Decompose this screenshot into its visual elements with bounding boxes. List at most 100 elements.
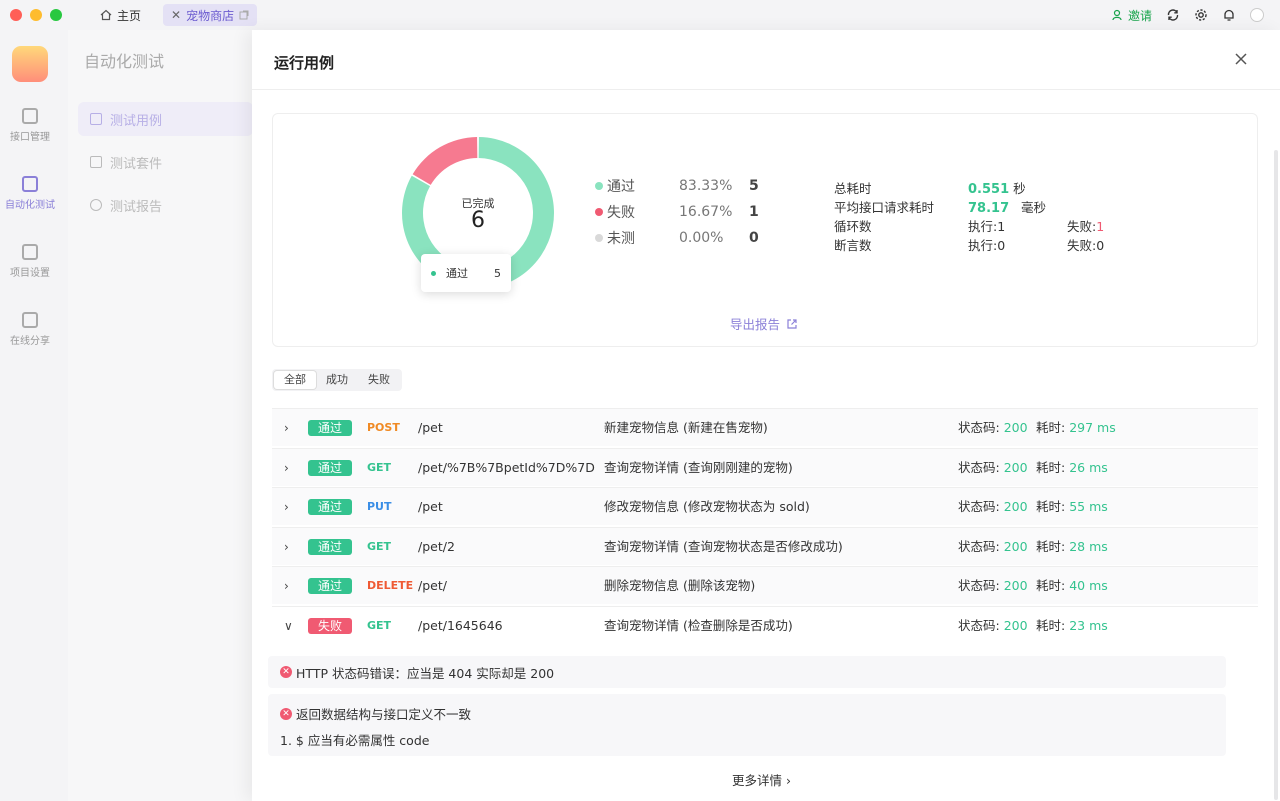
automation-icon <box>22 176 38 192</box>
time-cost: 耗时: 55 ms <box>1036 488 1108 526</box>
filter-fail[interactable]: 失败 <box>358 371 400 389</box>
filter-success[interactable]: 成功 <box>316 371 358 389</box>
avg-time-value: 78.17 <box>968 201 1010 216</box>
window-controls <box>10 9 62 21</box>
tab-home[interactable]: 主页 <box>92 4 149 26</box>
rail-item-label: 在线分享 <box>10 336 50 347</box>
case-row[interactable]: › 通过 GET/pet/%7B%7BpetId%7D%7D 查询宠物详情 (查询刚刚… <box>272 447 1258 487</box>
app-rail: 接口管理 自动化测试 项目设置 在线分享 <box>0 30 60 801</box>
case-description: 查询宠物详情 (检查删除是否成功) <box>604 617 793 633</box>
total-time-unit: 秒 <box>1013 181 1026 196</box>
case-row[interactable]: › 通过 DELETE/pet/删除宠物信息 (删除该宠物) 状态码: 200 耗时: … <box>272 566 1258 604</box>
stat-label: 循环数 <box>834 219 872 234</box>
chevron-right-icon: › <box>786 773 791 788</box>
tab-pet-store-label: 宠物商店 <box>186 8 235 23</box>
chevron-right-icon[interactable]: › <box>284 528 298 566</box>
external-icon <box>239 10 249 20</box>
http-method: GET <box>367 539 392 553</box>
assert-exec: 执行:0 <box>968 238 1006 253</box>
http-method: GET <box>367 618 392 632</box>
legend-item-fail[interactable]: 失败 16.67% 1 <box>595 202 765 222</box>
minimize-window-button[interactable] <box>30 9 42 21</box>
status-code: 状态码: 200 <box>958 607 1028 645</box>
result-badge: 失败 <box>308 617 352 634</box>
subnav-item-label: 测试报告 <box>110 199 163 215</box>
maximize-window-button[interactable] <box>50 9 62 21</box>
status-code-label: 状态码: <box>958 420 1000 435</box>
status-code-value: 200 <box>1003 459 1028 475</box>
rail-item-automation[interactable]: 自动化测试 <box>0 176 60 211</box>
legend-dot <box>595 182 603 190</box>
tab-home-label: 主页 <box>117 8 142 23</box>
status-code-label: 状态码: <box>958 578 1000 593</box>
case-row[interactable]: ∨ 失败 GET/pet/1645646 查询宠物详情 (检查删除是否成功) 状态码: … <box>272 605 1258 645</box>
stat-label: 断言数 <box>834 238 872 253</box>
case-row[interactable]: › 通过 POST/pet 新建宠物信息 (新建在售宠物) 状态码: 200 耗时: 29… <box>272 408 1258 446</box>
report-icon <box>90 199 102 211</box>
scrollbar[interactable] <box>1274 150 1278 800</box>
legend-name: 未测 <box>607 231 635 247</box>
chevron-right-icon[interactable]: › <box>284 449 298 487</box>
bell-icon[interactable] <box>1222 8 1236 22</box>
http-method: POST <box>367 421 400 434</box>
close-window-button[interactable] <box>10 9 22 21</box>
export-report-button[interactable]: 导出报告 <box>730 314 798 333</box>
drawer-title: 运行用例 <box>274 54 335 72</box>
chevron-down-icon[interactable]: ∨ <box>284 607 298 645</box>
titlebar-actions: 邀请 <box>1112 0 1264 30</box>
case-description: 删除宠物信息 (删除该宠物) <box>604 578 756 593</box>
result-badge: 通过 <box>308 499 352 515</box>
chevron-right-icon[interactable]: › <box>284 567 298 605</box>
invite-button[interactable]: 邀请 <box>1112 7 1152 24</box>
tab-pet-store[interactable]: ✕ 宠物商店 <box>163 4 258 26</box>
close-tab-icon[interactable]: ✕ <box>171 8 181 22</box>
rail-item-api[interactable]: 接口管理 <box>0 108 60 143</box>
gear-icon[interactable] <box>1194 8 1208 22</box>
app-logo <box>12 46 48 82</box>
subnav-item-suite[interactable]: 测试套件 <box>78 145 253 179</box>
case-row[interactable]: › 通过 GET/pet/2 查询宠物详情 (查询宠物状态是否修改成功) 状态码: 20… <box>272 526 1258 566</box>
subnav-item-label: 测试套件 <box>110 156 163 172</box>
rail-item-settings[interactable]: 项目设置 <box>0 244 60 279</box>
error-title: 返回数据结构与接口定义不一致 <box>296 707 472 722</box>
filter-all[interactable]: 全部 <box>274 371 316 389</box>
assert-fail: 失败:0 <box>1067 238 1105 253</box>
case-description: 查询宠物详情 (查询宠物状态是否修改成功) <box>604 538 843 554</box>
sync-icon[interactable] <box>1166 8 1180 22</box>
time-cost-label: 耗时: <box>1036 538 1066 554</box>
time-cost: 耗时: 297 ms <box>1036 409 1116 447</box>
close-icon[interactable] <box>1232 50 1250 68</box>
rail-item-label: 项目设置 <box>10 268 50 279</box>
subnav-item-report[interactable]: 测试报告 <box>78 188 253 222</box>
loop-exec: 执行:1 <box>968 219 1006 234</box>
run-cases-drawer: 运行用例 已完成 6 通过 5 通过 83.33% 5 失败 16.67% 1 <box>252 30 1280 801</box>
legend-count: 5 <box>749 178 759 194</box>
chevron-right-icon[interactable]: › <box>284 409 298 447</box>
case-description: 查询宠物详情 (查询刚刚建的宠物) <box>604 459 793 475</box>
rail-item-share[interactable]: 在线分享 <box>0 312 60 347</box>
more-details-link[interactable]: 更多详情 › <box>732 770 791 789</box>
http-method: PUT <box>367 500 392 513</box>
status-code-label: 状态码: <box>958 459 1000 475</box>
api-icon <box>22 108 38 124</box>
legend-name: 失败 <box>607 205 635 221</box>
case-row[interactable]: › 通过 PUT/pet 修改宠物信息 (修改宠物状态为 sold) 状态码: 200 耗… <box>272 487 1258 525</box>
subnav-item-testcase[interactable]: 测试用例 <box>78 102 253 136</box>
summary-card: 已完成 6 通过 5 通过 83.33% 5 失败 16.67% 1 未测 0.… <box>272 113 1258 347</box>
chevron-right-icon[interactable]: › <box>284 488 298 526</box>
stat-loop: 循环数 执行:1 失败:1 <box>834 216 1134 234</box>
legend-item-untested[interactable]: 未测 0.00% 0 <box>595 228 765 248</box>
user-avatar[interactable] <box>1250 8 1264 22</box>
legend-item-pass[interactable]: 通过 83.33% 5 <box>595 176 765 196</box>
user-add-icon <box>1112 9 1122 21</box>
case-path: /pet/%7B%7BpetId%7D%7D <box>418 459 595 475</box>
stat-label: 总耗时 <box>834 181 872 196</box>
drawer-header: 运行用例 <box>252 30 1280 90</box>
time-cost-label: 耗时: <box>1036 420 1066 435</box>
stat-assert: 断言数 执行:0 失败:0 <box>834 235 1134 253</box>
result-badge: 通过 <box>308 578 352 594</box>
time-cost-value: 26 ms <box>1069 459 1108 475</box>
title-bar: 主页 ✕ 宠物商店 邀请 <box>0 0 1280 30</box>
legend-percent: 0.00% <box>679 230 724 246</box>
stat-label: 平均接口请求耗时 <box>834 200 935 215</box>
